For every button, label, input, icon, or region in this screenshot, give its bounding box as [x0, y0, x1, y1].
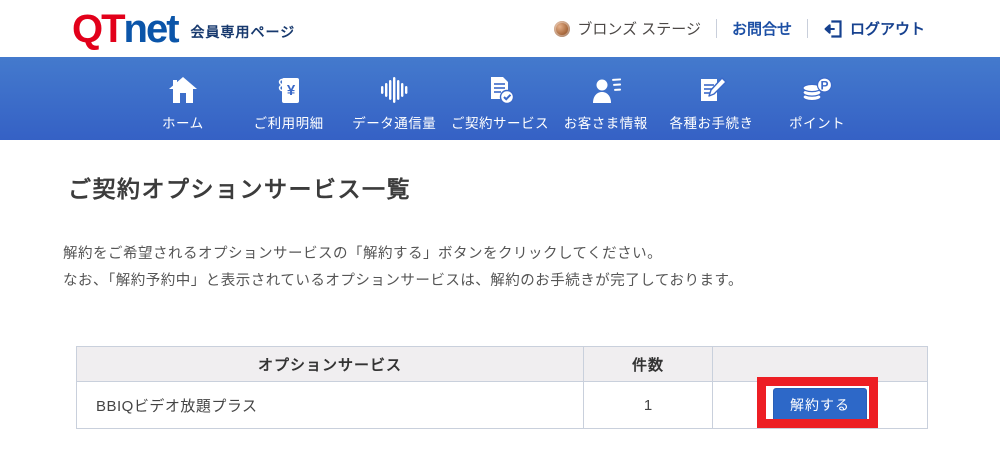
count-cell: 1: [584, 382, 713, 429]
nav-item-data-usage[interactable]: データ通信量: [341, 57, 447, 140]
nav-label: 各種お手続き: [669, 112, 753, 132]
divider: [807, 19, 808, 38]
divider: [716, 19, 717, 38]
nav-item-customer-info[interactable]: お客さま情報: [553, 57, 659, 140]
points-icon: P: [800, 70, 834, 105]
nav-item-billing[interactable]: ¥ ご利用明細: [236, 57, 342, 140]
qtnet-logo[interactable]: QTnet 会員専用ページ: [72, 9, 295, 49]
column-header-count: 件数: [584, 347, 713, 382]
nav-label: ポイント: [789, 112, 845, 132]
top-header: QTnet 会員専用ページ ブロンズ ステージ お問合せ ログアウト: [0, 0, 1000, 57]
table-header-row: オプションサービス 件数: [77, 347, 928, 382]
column-header-service: オプションサービス: [77, 347, 584, 382]
nav-items: ホーム ¥ ご利用明細: [130, 57, 870, 140]
logo-qt-part: QT: [72, 7, 124, 51]
nav-label: ご利用明細: [254, 112, 324, 132]
nav-item-contract-services[interactable]: ご契約サービス: [447, 57, 553, 140]
logout-icon: [823, 19, 843, 39]
main-nav: ホーム ¥ ご利用明細: [0, 57, 1000, 140]
instructions: 解約をご希望されるオプションサービスの「解約する」ボタンをクリックしてください。…: [63, 241, 1000, 295]
service-name-cell: BBIQビデオ放題プラス: [77, 382, 584, 429]
bill-icon: ¥: [273, 70, 305, 105]
data-usage-icon: [377, 70, 411, 105]
column-header-action: [713, 347, 928, 382]
contact-link[interactable]: お問合せ: [732, 18, 792, 39]
cancel-service-button[interactable]: 解約する: [773, 388, 867, 423]
nav-label: ホーム: [162, 112, 204, 132]
option-services-table: オプションサービス 件数 BBIQビデオ放題プラス 1 解約する: [76, 346, 928, 429]
member-page-tagline: 会員専用ページ: [191, 22, 296, 42]
stage-badge: ブロンズ ステージ: [554, 18, 701, 39]
customer-info-icon: [590, 70, 622, 105]
logo-net-part: net: [124, 7, 178, 51]
contract-icon: [484, 70, 516, 105]
page-title: ご契約オプションサービス一覧: [68, 170, 1000, 204]
home-icon: [167, 70, 199, 105]
instruction-line-2: なお、「解約予約中」と表示されているオプションサービスは、解約のお手続きが完了し…: [63, 268, 1000, 295]
svg-text:¥: ¥: [286, 82, 295, 99]
svg-text:P: P: [821, 79, 829, 93]
nav-label: お客さま情報: [564, 112, 648, 132]
procedures-icon: [695, 70, 727, 105]
header-utilities: ブロンズ ステージ お問合せ ログアウト: [554, 18, 925, 39]
stage-label: ブロンズ ステージ: [577, 18, 701, 39]
qtnet-logo-text: QTnet: [72, 9, 178, 49]
nav-item-home[interactable]: ホーム: [130, 57, 236, 140]
bronze-medal-icon: [554, 21, 570, 37]
nav-item-points[interactable]: P ポイント: [764, 57, 870, 140]
nav-label: データ通信量: [352, 112, 436, 132]
instruction-line-1: 解約をご希望されるオプションサービスの「解約する」ボタンをクリックしてください。: [63, 241, 1000, 268]
main-content: ご契約オプションサービス一覧 解約をご希望されるオプションサービスの「解約する」…: [0, 170, 1000, 429]
table-row: BBIQビデオ放題プラス 1 解約する: [77, 382, 928, 429]
logout-label: ログアウト: [850, 18, 925, 39]
logout-link[interactable]: ログアウト: [823, 18, 925, 39]
member-page: QTnet 会員専用ページ ブロンズ ステージ お問合せ ログアウト: [0, 0, 1000, 461]
action-cell: 解約する: [713, 382, 928, 429]
nav-label: ご契約サービス: [451, 112, 549, 132]
nav-item-procedures[interactable]: 各種お手続き: [659, 57, 765, 140]
